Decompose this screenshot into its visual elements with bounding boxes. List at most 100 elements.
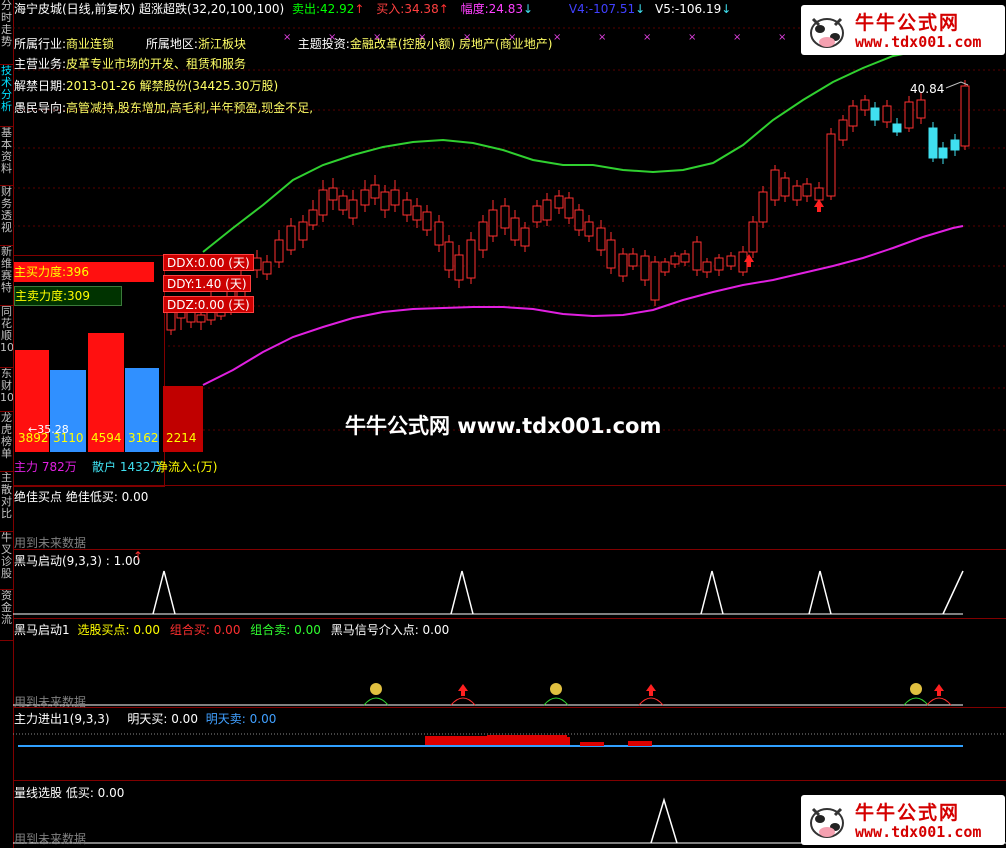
candle-body (466, 239, 476, 279)
side-tab-6[interactable]: 东财10 (0, 368, 13, 412)
flow-bar (425, 736, 487, 745)
signal-arc (638, 697, 664, 706)
candle-body (380, 191, 390, 211)
signal-arc (450, 697, 476, 706)
side-tab-1[interactable]: 技术分析 (0, 65, 13, 127)
p4-tomorrow-buy: 明天买: 0.00 (127, 712, 198, 726)
candle-body (838, 119, 848, 141)
candle-body (606, 239, 616, 269)
main-force-label: 主力 782万 (14, 460, 77, 474)
cow-logo-icon (810, 807, 844, 838)
candle-body (542, 199, 552, 221)
side-tab-9[interactable]: 牛叉诊股 (0, 532, 13, 590)
side-tab-10[interactable]: 资金流 (0, 590, 13, 641)
candle-body (196, 314, 206, 323)
x-marker: × (373, 32, 381, 43)
candle-body (714, 257, 724, 271)
candle-body (660, 261, 670, 273)
candle-body (916, 99, 926, 119)
x-marker: × (418, 32, 426, 43)
side-tab-8[interactable]: 主散对比 (0, 472, 13, 532)
candle-body (826, 133, 836, 197)
candle-body (780, 177, 790, 197)
x-marker: × (733, 32, 741, 43)
p4-name: 主力进出1(9,3,3) (14, 712, 110, 726)
panel-dark-horse-title: 黑马启动(9,3,3) : 1.00 (14, 554, 141, 568)
candle-body (166, 311, 176, 331)
side-tab-bar: 分时走势 技术分析 基本资料 财务透视 新维赛特 同花顺10 东财10 龙虎榜单 主散对比 牛叉诊… (0, 0, 14, 848)
panel-main-flow-title: 主力进出1(9,3,3) 明天买: 0.00 明天卖: 0.00 (14, 710, 276, 727)
buy-arrow-icon (458, 684, 468, 696)
candle-body (338, 195, 348, 211)
side-tab-0[interactable]: 分时走势 (0, 0, 13, 65)
candle-body (748, 221, 758, 253)
panel-divider (13, 485, 1006, 486)
candle-body (564, 197, 574, 219)
signal-peak (152, 570, 176, 615)
candle-body (938, 147, 948, 159)
ddx-badge: DDX:0.00 (天) (163, 254, 254, 271)
ddz-badge: DDZ:0.00 (天) (163, 296, 254, 313)
candle-body (286, 225, 296, 251)
candle-body (950, 139, 960, 151)
up-arrow-icon: ↑ (133, 549, 144, 563)
cow-logo-icon (810, 17, 844, 48)
watermark-url: www.tdx001.com (855, 823, 982, 841)
candle-body (814, 187, 824, 201)
x-marker: × (778, 32, 786, 43)
candle-body (532, 205, 542, 223)
x-marker: × (688, 32, 696, 43)
side-tab-3[interactable]: 财务透视 (0, 186, 13, 246)
x-marker: × (283, 32, 291, 43)
signal-arc (926, 697, 952, 706)
candle-body (402, 199, 412, 216)
candle-body (390, 189, 400, 206)
x-marker: × (598, 32, 606, 43)
panel-divider (13, 780, 1006, 781)
buy-arrow-icon (934, 684, 944, 696)
panel-best-buy-title: 绝佳买点 绝佳低买: 0.00 (14, 490, 149, 504)
candle-body (882, 105, 892, 123)
side-tab-4[interactable]: 新维赛特 (0, 246, 13, 306)
candle-body (692, 241, 702, 271)
ddy-badge: DDY:1.40 (天) (163, 275, 251, 292)
candle-body (328, 187, 338, 201)
center-watermark: 牛牛公式网 www.tdx001.com (345, 414, 662, 438)
candle-body (596, 227, 606, 251)
candle-body (454, 254, 464, 281)
candle-body (422, 211, 432, 231)
x-marker: × (328, 32, 336, 43)
panel-divider (13, 618, 1006, 619)
p3-select-buy: 选股买点: 0.00 (77, 623, 161, 637)
candle-body (670, 255, 680, 265)
candle-body (554, 195, 564, 209)
candle-body (928, 127, 938, 159)
force-bar-value: 2214 (166, 431, 197, 445)
buy-arrow-icon (646, 684, 656, 696)
candle-body (298, 221, 308, 241)
main-buy-force: 主买力度:396 (14, 262, 154, 282)
candle-body (618, 253, 628, 277)
candle-body (960, 85, 970, 147)
candle-body (360, 189, 370, 206)
watermark-brand: 牛牛公式网 (855, 12, 961, 34)
side-tab-7[interactable]: 龙虎榜单 (0, 412, 13, 472)
net-inflow-label: 净流入:(万) (156, 460, 218, 474)
force-bar-value: 4594 (91, 431, 122, 445)
candle-body (650, 261, 660, 301)
flow-bar (628, 741, 652, 746)
p4-tomorrow-sell: 明天卖: 0.00 (205, 712, 277, 726)
future-data-note: 用到未来数据 (14, 695, 87, 709)
panel-divider (13, 549, 1006, 550)
brand-watermark: 牛牛公式网 www.tdx001.com (801, 795, 1005, 845)
side-tab-5[interactable]: 同花顺10 (0, 306, 13, 368)
candle-body (488, 209, 498, 237)
signal-peak (450, 570, 474, 615)
candle-body (860, 99, 870, 111)
watermark-brand: 牛牛公式网 (855, 802, 961, 824)
force-bar-value: 3162 (128, 431, 159, 445)
candle-body (792, 185, 802, 201)
flow-bar (580, 742, 604, 746)
side-tab-2[interactable]: 基本资料 (0, 127, 13, 186)
signal-arc (903, 697, 929, 706)
